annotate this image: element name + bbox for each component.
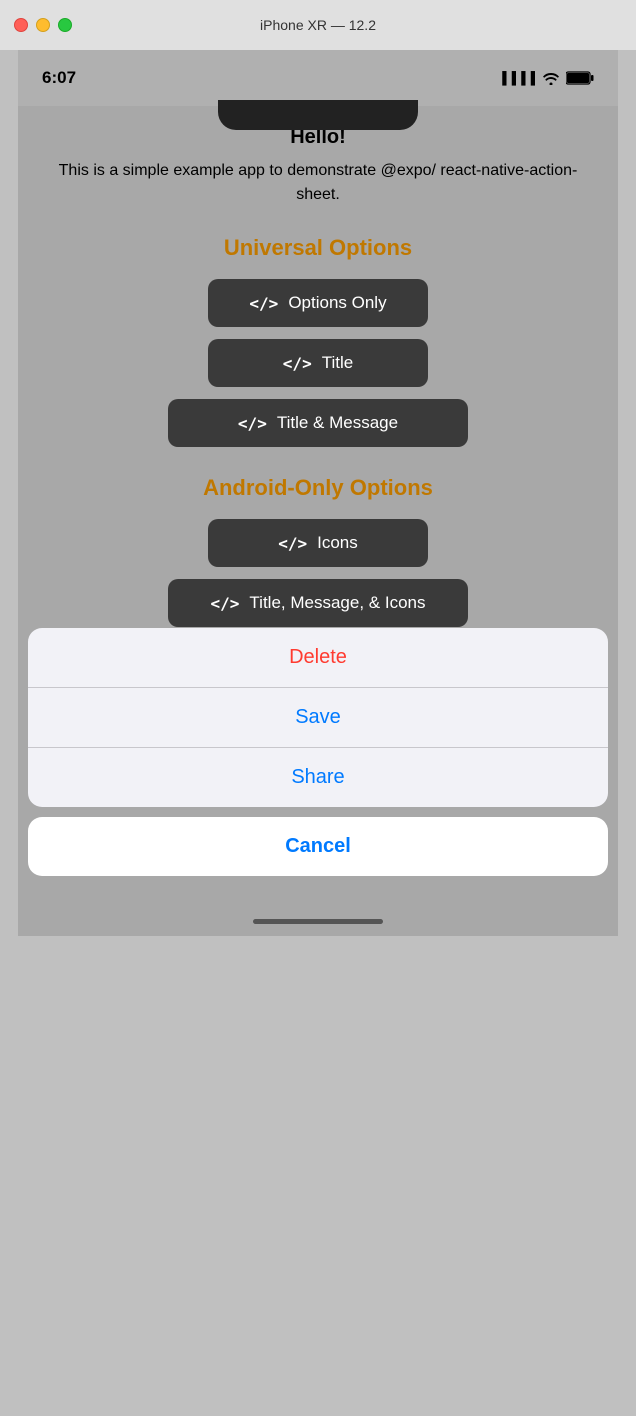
app-description: This is a simple example app to demonstr… bbox=[38, 159, 598, 207]
title-message-button[interactable]: </> Title & Message bbox=[168, 399, 468, 447]
code-icon: </> bbox=[249, 294, 278, 313]
cancel-action[interactable]: Cancel bbox=[28, 817, 608, 876]
cancel-label: Cancel bbox=[285, 835, 351, 858]
wifi-icon bbox=[542, 71, 560, 85]
options-only-button[interactable]: </> Options Only bbox=[208, 279, 428, 327]
share-action[interactable]: Share bbox=[28, 747, 608, 807]
title-message-icons-label: Title, Message, & Icons bbox=[249, 593, 425, 613]
title-button[interactable]: </> Title bbox=[208, 339, 428, 387]
home-indicator-bar bbox=[18, 906, 618, 936]
icons-label: Icons bbox=[317, 533, 358, 553]
save-action[interactable]: Save bbox=[28, 687, 608, 747]
code-icon: </> bbox=[238, 414, 267, 433]
code-icon: </> bbox=[283, 354, 312, 373]
code-icon: </> bbox=[211, 594, 240, 613]
universal-section-title: Universal Options bbox=[38, 235, 598, 261]
icons-button[interactable]: </> Icons bbox=[208, 519, 428, 567]
title-message-icons-button[interactable]: </> Title, Message, & Icons bbox=[168, 579, 468, 627]
delete-action[interactable]: Delete bbox=[28, 628, 608, 687]
iphone-frame: 6:07 ▐▐▐▐ Hello! This is a simple exampl… bbox=[18, 50, 618, 906]
delete-label: Delete bbox=[289, 646, 347, 669]
action-sheet: Delete Save Share bbox=[28, 628, 608, 807]
action-sheet-cancel-group: Cancel bbox=[28, 817, 608, 876]
titlebar: iPhone XR — 12.2 bbox=[0, 0, 636, 50]
battery-icon bbox=[566, 71, 594, 85]
save-label: Save bbox=[295, 706, 341, 729]
options-only-label: Options Only bbox=[288, 293, 386, 313]
iphone-notch bbox=[218, 100, 418, 130]
home-indicator bbox=[253, 919, 383, 924]
title-label: Title bbox=[322, 353, 354, 373]
app-content: Hello! This is a simple example app to d… bbox=[18, 106, 618, 906]
signal-icon: ▐▐▐▐ bbox=[498, 71, 536, 85]
status-icons: ▐▐▐▐ bbox=[498, 71, 594, 85]
action-sheet-container: Delete Save Share Cancel bbox=[18, 628, 618, 906]
window-title: iPhone XR — 12.2 bbox=[260, 17, 376, 33]
traffic-lights bbox=[14, 18, 72, 32]
minimize-button[interactable] bbox=[36, 18, 50, 32]
close-button[interactable] bbox=[14, 18, 28, 32]
status-bar: 6:07 ▐▐▐▐ bbox=[18, 50, 618, 106]
share-label: Share bbox=[291, 766, 344, 789]
maximize-button[interactable] bbox=[58, 18, 72, 32]
status-time: 6:07 bbox=[42, 68, 76, 88]
title-message-label: Title & Message bbox=[277, 413, 398, 433]
android-section-title: Android-Only Options bbox=[38, 475, 598, 501]
universal-button-group: </> Options Only </> Title </> Title & M… bbox=[38, 279, 598, 447]
code-icon: </> bbox=[278, 534, 307, 553]
